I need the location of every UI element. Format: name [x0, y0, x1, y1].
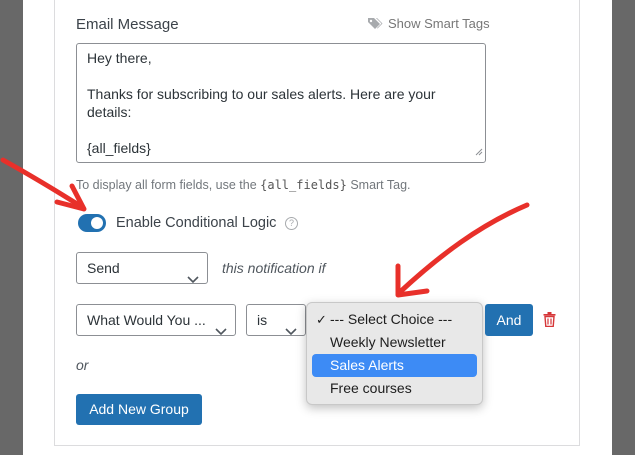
chevron-down-icon: [215, 316, 227, 335]
dropdown-option-highlighted[interactable]: Sales Alerts: [312, 354, 477, 377]
textarea-line: [87, 67, 475, 85]
resize-grip-icon[interactable]: [475, 142, 483, 160]
notification-condition-text: this notification if: [222, 260, 326, 276]
dropdown-option[interactable]: Weekly Newsletter: [312, 331, 477, 354]
backdrop-left: [0, 0, 23, 455]
trash-icon[interactable]: [543, 312, 556, 332]
toggle-knob: [91, 217, 103, 229]
field-select[interactable]: What Would You ...: [76, 304, 236, 336]
tag-icon: [367, 17, 383, 30]
textarea-line: {all_fields}: [87, 140, 151, 156]
and-button[interactable]: And: [485, 304, 533, 336]
checkmark-icon: ✓: [316, 312, 327, 327]
dropdown-option[interactable]: ✓ --- Select Choice ---: [312, 308, 477, 331]
textarea-line: [87, 121, 475, 139]
conditional-logic-toggle[interactable]: [78, 214, 106, 232]
all-fields-code: {all_fields}: [260, 178, 347, 192]
operator-select[interactable]: is: [246, 304, 306, 336]
chevron-down-icon: [187, 264, 199, 283]
question-icon[interactable]: ?: [285, 217, 298, 230]
chevron-down-icon: [285, 316, 297, 335]
email-message-label: Email Message: [76, 16, 179, 33]
or-separator: or: [76, 357, 89, 373]
textarea-line: Thanks for subscribing to our sales aler…: [87, 86, 436, 102]
textarea-line: Hey there,: [87, 50, 152, 66]
show-smart-tags-link[interactable]: Show Smart Tags: [367, 16, 490, 31]
email-message-textarea[interactable]: Hey there, Thanks for subscribing to our…: [76, 43, 486, 163]
dropdown-option[interactable]: Free courses: [312, 377, 477, 400]
action-select[interactable]: Send: [76, 252, 208, 284]
action-select-value: Send: [87, 260, 120, 276]
operator-select-value: is: [257, 312, 268, 328]
smart-tag-help-text: To display all form fields, use the {all…: [76, 178, 411, 192]
field-select-value: What Would You ...: [87, 312, 206, 328]
add-new-group-button[interactable]: Add New Group: [76, 394, 202, 425]
conditional-logic-label: Enable Conditional Logic: [116, 215, 277, 231]
backdrop-right: [612, 0, 635, 455]
smart-tags-label: Show Smart Tags: [388, 16, 490, 31]
value-dropdown-menu[interactable]: ✓ --- Select Choice --- Weekly Newslette…: [306, 302, 483, 405]
textarea-line: details:: [87, 104, 132, 120]
